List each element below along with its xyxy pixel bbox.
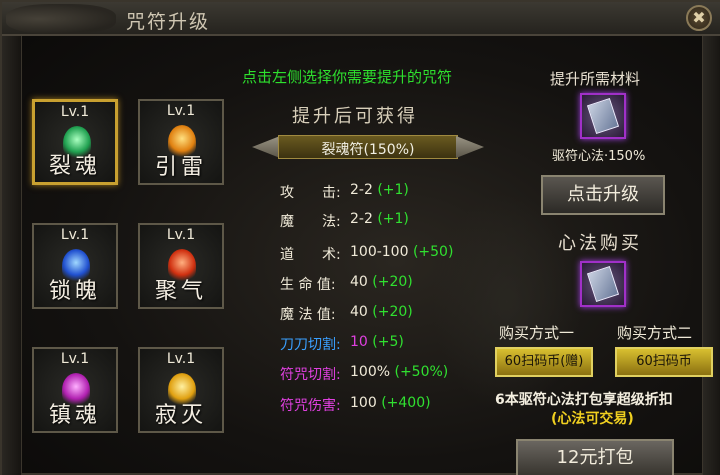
purchase-item[interactable] xyxy=(580,261,626,307)
obtain-heading: 提升后可获得 xyxy=(292,106,418,127)
selected-talisman-bar: 裂魂符(150%) xyxy=(252,134,484,160)
book-icon xyxy=(586,98,620,134)
stat-key: 攻 击: xyxy=(280,185,341,201)
stat-bonus: (+50%) xyxy=(394,364,449,380)
upgrade-button[interactable]: 点击升级 xyxy=(541,175,665,215)
buy-option-2-label: 购买方式二 xyxy=(617,324,693,342)
dragon-ornament xyxy=(6,4,116,34)
talisman-name: 寂灭 xyxy=(154,403,207,428)
stat-value: 100% xyxy=(350,364,391,380)
bundle-offer-text: 6本驱符心法打包享超级折扣 xyxy=(495,392,673,408)
book-icon xyxy=(586,266,620,302)
talisman-name: 裂魂 xyxy=(48,154,101,179)
material-item[interactable] xyxy=(580,93,626,139)
stat-value: 100 xyxy=(350,395,377,411)
stat-bonus: (+1) xyxy=(377,211,409,227)
stat-value-group: 100 (+400) xyxy=(350,395,431,411)
heart-method-title: 心法购买 xyxy=(558,233,642,254)
stat-bonus: (+1) xyxy=(377,182,409,198)
buy-option-1-label: 购买方式一 xyxy=(499,324,575,342)
window-frame: 咒符升级 ✖ Lv.1 裂魂 Lv.1 引雷 Lv.1 锁魄 Lv.1 聚气 L… xyxy=(0,0,720,475)
stat-value: 2-2 xyxy=(350,211,373,227)
stat-value-group: 2-2 (+1) xyxy=(350,211,409,227)
left-border xyxy=(2,36,22,475)
window-title: 咒符升级 xyxy=(126,11,211,33)
selected-talisman-label: 裂魂符(150%) xyxy=(321,142,415,158)
stat-value-group: 2-2 (+1) xyxy=(350,182,409,198)
bar-wing-left xyxy=(252,136,280,158)
level-label: Lv.1 xyxy=(166,227,196,243)
title-bar: 咒符升级 ✖ xyxy=(2,2,720,36)
talisman-name: 锁魄 xyxy=(48,279,101,304)
level-label: Lv.1 xyxy=(60,104,90,120)
stat-value-group: 100-100 (+50) xyxy=(350,244,453,260)
stat-bonus: (+5) xyxy=(372,334,404,350)
stat-value: 100-100 xyxy=(350,244,409,260)
stat-key: 符咒切割: xyxy=(280,367,341,383)
right-border xyxy=(702,36,720,475)
bar-wing-right xyxy=(456,136,484,158)
stat-value: 40 xyxy=(350,304,368,320)
talisman-slot-yinlei[interactable]: Lv.1 引雷 xyxy=(138,99,224,185)
talisman-slot-jimie[interactable]: Lv.1 寂灭 xyxy=(138,347,224,433)
bar-body: 裂魂符(150%) xyxy=(278,135,458,159)
close-icon[interactable]: ✖ xyxy=(686,5,712,31)
stat-bonus: (+20) xyxy=(372,274,413,290)
stat-key: 符咒伤害: xyxy=(280,398,341,414)
stat-key: 魔 法 值: xyxy=(280,307,336,323)
material-label: 驱符心法·150% xyxy=(552,149,646,164)
materials-title: 提升所需材料 xyxy=(550,70,641,88)
talisman-slot-liehun[interactable]: Lv.1 裂魂 xyxy=(32,99,118,185)
bundle-button[interactable]: 12元打包 xyxy=(516,439,674,475)
stat-key: 生 命 值: xyxy=(280,277,336,293)
stat-value-group: 40 (+20) xyxy=(350,304,413,320)
stat-bonus: (+20) xyxy=(372,304,413,320)
level-label: Lv.1 xyxy=(166,351,196,367)
talisman-slot-suopo[interactable]: Lv.1 锁魄 xyxy=(32,223,118,309)
level-label: Lv.1 xyxy=(60,227,90,243)
stat-bonus: (+50) xyxy=(412,244,454,260)
talisman-name: 镇魂 xyxy=(48,403,101,428)
level-label: Lv.1 xyxy=(60,351,90,367)
talisman-slot-zhenhun[interactable]: Lv.1 镇魂 xyxy=(32,347,118,433)
stat-value: 40 xyxy=(350,274,368,290)
stat-value-group: 100% (+50%) xyxy=(350,364,448,380)
stat-key: 刀刀切割: xyxy=(280,337,341,353)
level-label: Lv.1 xyxy=(166,103,196,119)
talisman-slot-juqi[interactable]: Lv.1 聚气 xyxy=(138,223,224,309)
stat-key: 道 术: xyxy=(280,247,341,263)
buy-option-1-button[interactable]: 60扫码币(赠) xyxy=(495,347,593,377)
stat-value: 10 xyxy=(350,334,368,350)
stat-key: 魔 法: xyxy=(280,214,341,230)
stat-bonus: (+400) xyxy=(381,395,431,411)
buy-option-2-button[interactable]: 60扫码币 xyxy=(615,347,713,377)
stat-value: 2-2 xyxy=(350,182,373,198)
tradable-note: (心法可交易) xyxy=(551,411,634,427)
talisman-name: 引雷 xyxy=(154,155,207,180)
dragon-background xyxy=(432,192,582,412)
stat-value-group: 10 (+5) xyxy=(350,334,404,350)
talisman-name: 聚气 xyxy=(154,279,207,304)
stat-value-group: 40 (+20) xyxy=(350,274,413,290)
instruction-text: 点击左侧选择你需要提升的咒符 xyxy=(242,68,453,86)
